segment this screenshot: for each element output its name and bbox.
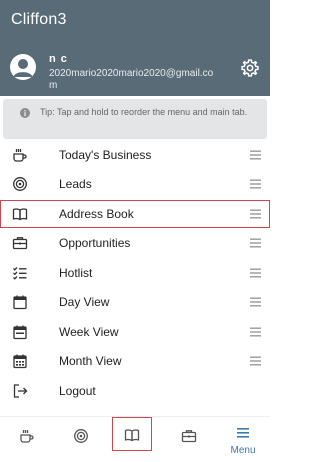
menu-item-leads[interactable]: Leads	[0, 170, 270, 198]
nav-menu-label: Menu	[230, 445, 256, 456]
tip-text: Tip: Tap and hold to reorder the menu an…	[40, 107, 248, 117]
drag-handle-icon[interactable]	[250, 268, 261, 278]
drag-handle-icon[interactable]	[250, 238, 261, 248]
menu-item-label: Hotlist	[59, 266, 93, 280]
menu-item-todays-business[interactable]: Today's Business	[0, 141, 270, 169]
drag-handle-icon[interactable]	[250, 297, 261, 307]
menu-item-opportunities[interactable]: Opportunities	[0, 229, 270, 257]
calendar-week-icon	[13, 325, 27, 340]
book-icon	[12, 208, 28, 221]
drag-handle-icon[interactable]	[250, 179, 261, 189]
menu-item-label: Today's Business	[59, 148, 152, 162]
calendar-day-icon	[13, 295, 27, 310]
menu-icon	[237, 428, 249, 438]
briefcase-icon	[12, 237, 28, 250]
menu-item-label: Leads	[59, 177, 92, 191]
menu-item-week-view[interactable]: Week View	[0, 318, 270, 346]
nav-todays-business[interactable]	[0, 417, 54, 462]
target-icon	[13, 177, 27, 191]
settings-button[interactable]	[240, 58, 260, 78]
menu-item-label: Month View	[59, 354, 122, 368]
gear-icon	[241, 59, 259, 77]
coffee-cup-icon	[13, 149, 27, 162]
person-icon[interactable]	[10, 54, 36, 80]
menu-item-label: Logout	[59, 384, 96, 398]
target-icon	[74, 429, 88, 443]
drag-handle-icon[interactable]	[250, 356, 261, 366]
info-icon	[20, 108, 30, 118]
nav-leads[interactable]	[54, 417, 108, 462]
drag-handle-icon[interactable]	[250, 150, 261, 160]
menu-item-day-view[interactable]: Day View	[0, 288, 270, 316]
menu-item-month-view[interactable]: Month View	[0, 347, 270, 375]
menu-item-logout[interactable]: Logout	[0, 377, 270, 405]
user-email: 2020mario2020mario2020@gmail.com	[49, 68, 214, 91]
menu-item-label: Week View	[59, 325, 119, 339]
tip-banner: Tip: Tap and hold to reorder the menu an…	[3, 99, 267, 139]
bottom-nav: Menu	[0, 416, 270, 462]
menu-item-address-book[interactable]: Address Book	[0, 200, 270, 228]
checklist-icon	[13, 267, 27, 280]
menu-item-label: Day View	[59, 295, 110, 309]
nav-address-book[interactable]	[112, 417, 152, 451]
nav-menu[interactable]: Menu	[216, 417, 270, 462]
coffee-cup-icon	[20, 430, 34, 443]
menu-item-label: Address Book	[59, 207, 134, 221]
drag-handle-icon[interactable]	[250, 327, 261, 337]
calendar-month-icon	[13, 354, 27, 369]
briefcase-icon	[181, 430, 197, 443]
user-name: n c	[49, 53, 68, 65]
menu-item-label: Opportunities	[59, 236, 131, 250]
app-header: Cliffon3 n c 2020mario2020mario2020@gmai…	[0, 0, 270, 96]
app-title: Cliffon3	[11, 11, 67, 28]
menu-item-hotlist[interactable]: Hotlist	[0, 259, 270, 287]
book-icon	[124, 429, 140, 442]
drag-handle-icon[interactable]	[250, 209, 261, 219]
nav-opportunities[interactable]	[162, 417, 216, 462]
logout-icon	[13, 384, 28, 398]
